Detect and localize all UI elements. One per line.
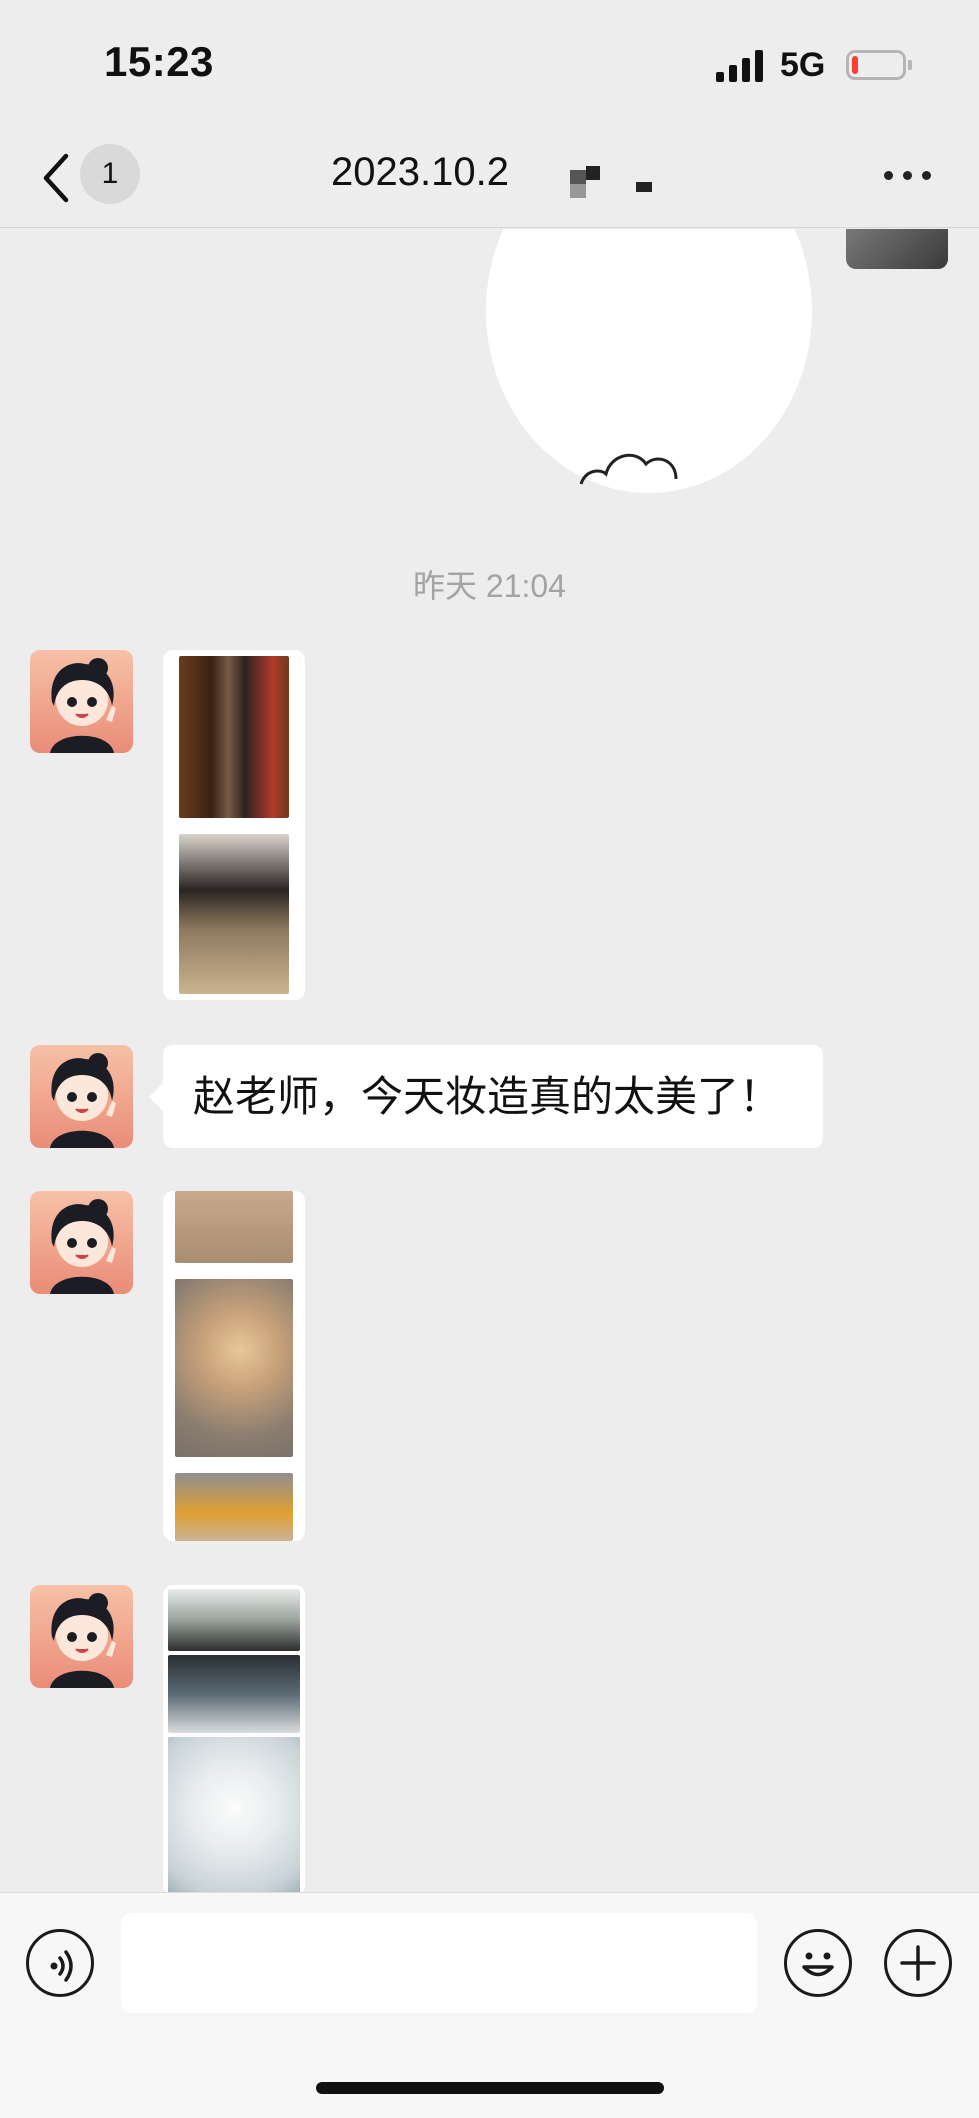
image-message[interactable] bbox=[163, 1191, 305, 1541]
voice-icon[interactable] bbox=[26, 1929, 94, 1997]
chat-message-list[interactable]: 昨天 21:04 赵老师，今天妆造真的太美了！ bbox=[0, 229, 979, 1892]
chat-title: 2023.10.2 bbox=[0, 150, 840, 195]
photo-thumbnail[interactable] bbox=[175, 1279, 293, 1457]
contact-avatar[interactable] bbox=[30, 650, 133, 753]
battery-tip bbox=[908, 60, 912, 70]
contact-avatar[interactable] bbox=[30, 1585, 133, 1688]
status-bar: 15:23 5G bbox=[0, 0, 979, 130]
network-type: 5G bbox=[780, 46, 826, 84]
photo-thumbnail[interactable] bbox=[175, 1191, 293, 1263]
cloud-icon bbox=[579, 453, 678, 485]
contact-avatar[interactable] bbox=[30, 1045, 133, 1148]
chat-header: 1 2023.10.2 bbox=[0, 130, 979, 228]
photo-thumbnail[interactable] bbox=[168, 1655, 300, 1733]
contact-avatar[interactable] bbox=[30, 1191, 133, 1294]
cellular-signal-icon bbox=[716, 50, 763, 82]
home-indicator-bar[interactable] bbox=[316, 2082, 664, 2094]
image-message[interactable] bbox=[163, 650, 305, 1000]
message-timestamp: 昨天 21:04 bbox=[413, 568, 566, 604]
chat-title-text: 2023.10.2 bbox=[331, 150, 509, 194]
message-input[interactable] bbox=[121, 1913, 757, 2013]
photo-thumbnail[interactable] bbox=[175, 1473, 293, 1541]
status-time: 15:23 bbox=[104, 38, 214, 85]
battery-level bbox=[852, 56, 858, 74]
image-message[interactable] bbox=[163, 1585, 305, 1892]
message-text: 赵老师，今天妆造真的太美了！ bbox=[193, 1073, 782, 1120]
plus-icon[interactable] bbox=[884, 1929, 952, 1997]
emoji-icon[interactable] bbox=[784, 1929, 852, 1997]
more-dots-icon[interactable] bbox=[880, 160, 936, 190]
self-avatar[interactable] bbox=[846, 229, 948, 269]
photo-thumbnail[interactable] bbox=[179, 656, 289, 818]
sticker-message[interactable] bbox=[486, 229, 812, 493]
text-message-bubble[interactable]: 赵老师，今天妆造真的太美了！ bbox=[149, 1045, 823, 1148]
photo-thumbnail[interactable] bbox=[168, 1589, 300, 1651]
battery-icon bbox=[846, 50, 906, 80]
photo-thumbnail[interactable] bbox=[168, 1737, 300, 1892]
photo-thumbnail[interactable] bbox=[179, 834, 289, 994]
